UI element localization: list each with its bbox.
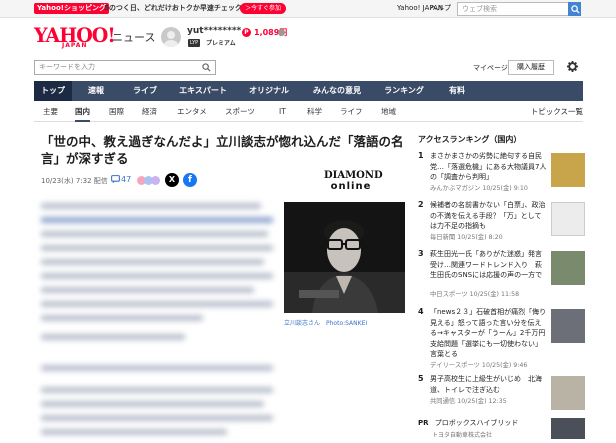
main-nav-paid[interactable]: 有料 (436, 81, 478, 101)
sub-nav-sports[interactable]: スポーツ (225, 101, 255, 122)
rank-number: 2 (418, 200, 424, 209)
reaction-icon[interactable] (151, 176, 160, 185)
premium-label: プレミアム (206, 40, 236, 47)
web-search-button[interactable] (568, 2, 581, 16)
news-logo-text[interactable]: ニュース (112, 29, 155, 45)
sub-nav-region[interactable]: 地域 (381, 101, 396, 122)
rank-number: 1 (418, 151, 424, 160)
article-body-blurred (41, 334, 273, 348)
gear-icon[interactable] (567, 61, 578, 72)
sub-nav-science[interactable]: 科学 (307, 101, 322, 122)
publisher-logo[interactable]: DIAMOND online (324, 170, 383, 192)
photo-caption: 立川談志さん Photo:SANKEI (284, 320, 368, 327)
pr-advertiser: トヨタ自動車株式会社 (432, 432, 493, 439)
sub-nav: 主要 国内 国際 経済 エンタメ スポーツ IT 科学 ライフ 地域 トピックス… (34, 101, 583, 122)
rank-thumbnail[interactable] (551, 376, 585, 410)
search-icon[interactable] (202, 63, 211, 72)
search-icon (571, 5, 580, 14)
sub-nav-it[interactable]: IT (279, 101, 286, 122)
facebook-share-icon[interactable]: f (183, 173, 197, 187)
rank-headline[interactable]: 男子高校生に上級生がいじめ 北海道、トイレで注ぎ込む (430, 374, 548, 395)
pr-text[interactable]: プロボックスハイブリッド (435, 419, 519, 427)
rank-meta: 中日スポーツ 10/25(金) 11:58 (430, 291, 520, 298)
rank-headline[interactable]: 候補者の名前書かない「白票」、政治の不満を伝える手段？「万」としては力不足の指摘… (430, 200, 548, 232)
publisher-logo-line1: DIAMOND (324, 170, 383, 181)
article-photo[interactable] (284, 202, 405, 313)
main-nav-breaking[interactable]: 速報 (72, 81, 120, 101)
article-body-blurred (41, 203, 273, 329)
article-date: 10/23(水) 7:32 配信 (41, 177, 108, 185)
article-body-blurred (41, 387, 273, 443)
comment-icon[interactable] (111, 175, 120, 184)
ranking-title: アクセスランキング（国内） (418, 135, 522, 144)
rank-thumbnail[interactable] (551, 153, 585, 187)
purchase-history-button[interactable]: 購入履歴 (508, 60, 554, 75)
help-link[interactable]: ヘルプ (430, 3, 451, 14)
username[interactable]: yut******** (187, 26, 241, 36)
publisher-logo-line2: online (330, 181, 372, 192)
main-nav: トップ 速報 ライブ エキスパート オリジナル みんなの意見 ランキング 有料 (34, 81, 583, 101)
main-nav-live[interactable]: ライブ (120, 81, 170, 101)
points-icon: P (242, 28, 251, 37)
main-nav-top[interactable]: トップ (34, 81, 72, 101)
pr-label: PR (418, 419, 429, 427)
rank-meta: デイリースポーツ 10/25(金) 9:46 (430, 362, 528, 369)
rank-headline[interactable]: 萩生田光一氏「ありがた迷惑」発言受け…関連ワードトレンド入り 萩生田氏のSNSに… (430, 249, 548, 281)
rank-thumbnail[interactable] (551, 309, 585, 343)
lyp-badge: LYP (188, 39, 201, 47)
sub-nav-life[interactable]: ライフ (340, 101, 363, 122)
mypage-link[interactable]: マイページ (473, 63, 508, 73)
rank-thumbnail[interactable] (551, 251, 585, 285)
rank-meta: 毎日新聞 10/25(金) 8:20 (430, 234, 503, 241)
top-bar: Yahoo!ショッピング 5のつく日、どれだけおトクか早速チェック ＞今すぐ参加… (0, 0, 616, 18)
sub-nav-international[interactable]: 国際 (109, 101, 124, 122)
shopping-badge[interactable]: Yahoo!ショッピング (34, 3, 109, 14)
promo-text[interactable]: 5のつく日、どれだけおトクか早速チェック (104, 3, 242, 14)
pr-ad[interactable]: PR プロボックスハイブリッド (418, 418, 518, 428)
yahoo-logo-sub: JAPAN (62, 42, 88, 49)
avatar[interactable] (161, 27, 181, 47)
main-nav-opinion[interactable]: みんなの意見 (302, 81, 372, 101)
info-icon[interactable] (278, 29, 285, 36)
sub-nav-main[interactable]: 主要 (43, 101, 58, 122)
web-search-input[interactable]: ウェブ検索 (457, 2, 581, 16)
rank-number: 4 (418, 307, 424, 316)
rank-meta: みんかぶマガジン 10/25(金) 9:10 (430, 185, 528, 192)
rank-number: 5 (418, 374, 424, 383)
pr-thumbnail[interactable] (551, 418, 585, 439)
sub-nav-domestic[interactable]: 国内 (75, 101, 90, 122)
rank-meta: 共同通信 10/25(金) 12:35 (430, 398, 507, 405)
topics-list-link[interactable]: トピックス一覧 (531, 101, 583, 122)
rank-headline[interactable]: まさかまさかの劣勢に絶句する自民党…「落選危機」にある大物議員7人の「調査から判… (430, 151, 548, 183)
sub-nav-entertainment[interactable]: エンタメ (177, 101, 207, 122)
main-nav-ranking[interactable]: ランキング (372, 81, 436, 101)
article-title: 「世の中、教え過ぎなんだよ」立川談志が惚れ込んだ「落語の名言」が深すぎる (41, 134, 404, 166)
comment-count[interactable]: 47 (121, 175, 131, 184)
article-body-blurred (41, 365, 273, 379)
keyword-search-input[interactable]: キーワードを入力 (34, 60, 216, 75)
main-nav-original[interactable]: オリジナル (236, 81, 302, 101)
keyword-placeholder: キーワードを入力 (39, 63, 95, 71)
rank-headline[interactable]: 「news２３」石破首相が痛烈「侮り見える」怒って語った言い分を伝える→キャスタ… (430, 307, 548, 359)
main-nav-expert[interactable]: エキスパート (170, 81, 236, 101)
promo-button[interactable]: ＞今すぐ参加 (240, 3, 287, 14)
sub-nav-economy[interactable]: 経済 (142, 101, 157, 122)
rank-thumbnail[interactable] (551, 202, 585, 236)
rank-number: 3 (418, 249, 424, 258)
x-share-icon[interactable]: X (165, 173, 179, 187)
